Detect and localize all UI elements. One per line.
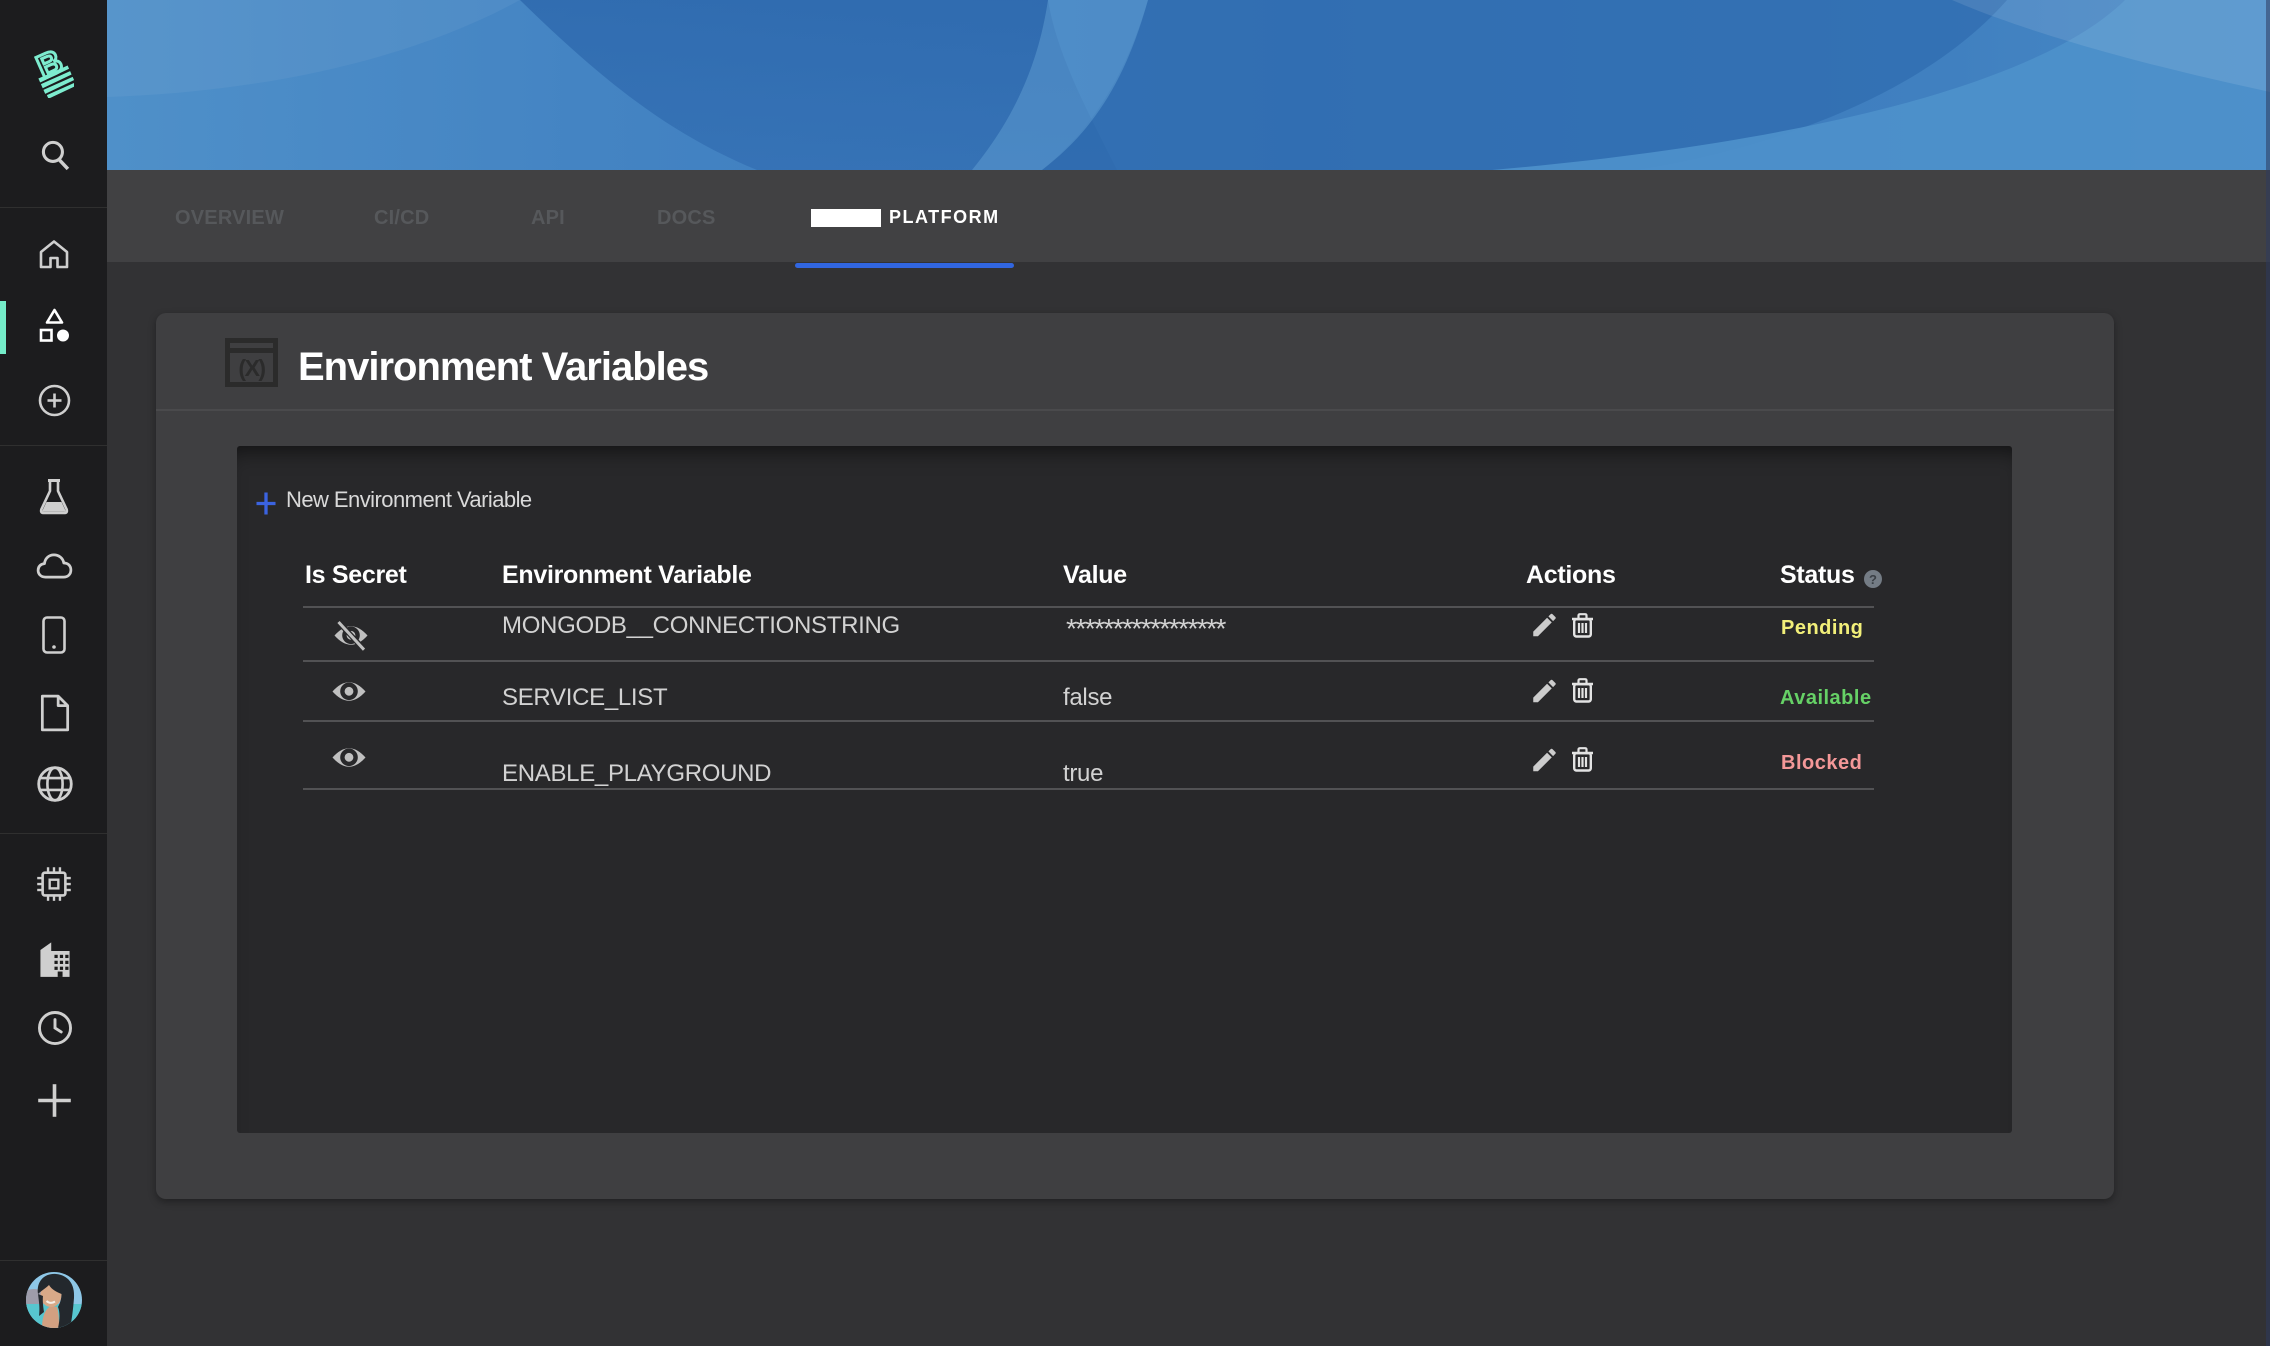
svg-text:(X): (X) xyxy=(238,355,265,381)
svg-text:B: B xyxy=(32,47,68,86)
